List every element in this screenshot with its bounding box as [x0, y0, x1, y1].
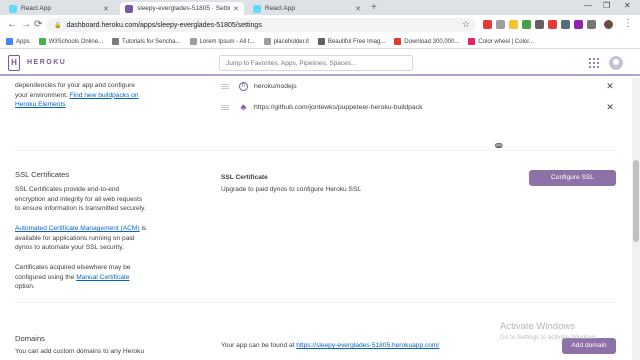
browser-tab-strip: React App ✕ sleepy-everglades-51805 · Se… — [0, 0, 640, 15]
drag-handle-icon[interactable] — [221, 83, 229, 89]
heroku-elements-link[interactable]: Heroku Elements — [15, 101, 66, 108]
ssl-section-title: SSL Certificates — [15, 170, 70, 179]
ssl-description: SSL Certificates provide end-to-end encr… — [15, 186, 146, 212]
app-url-link[interactable]: https://sleepy-everglades-51805.herokuap… — [296, 342, 439, 349]
bookmark-sencha[interactable]: Tutorials for Sencha... — [112, 38, 181, 45]
browser-tab-react-app-1[interactable]: React App ✕ — [4, 2, 114, 15]
close-icon[interactable]: ✕ — [103, 5, 109, 13]
acm-description: Automated Certificate Management (ACM) i… — [15, 225, 147, 251]
camera-icon — [317, 38, 325, 45]
activate-windows-hint: Go to Settings to activate Windows. — [500, 334, 598, 341]
bookmarks-bar: Apps W3Schools Online... Tutorials for S… — [0, 35, 640, 49]
extension-icon[interactable] — [535, 20, 544, 29]
new-tab-button[interactable]: + — [371, 2, 377, 13]
heroku-header: H HEROKU — [0, 50, 640, 76]
buildpack-row: h heroku/nodejs ✕ — [221, 78, 616, 95]
bookmark-free-images[interactable]: Beautiful Free Imag... — [317, 38, 385, 45]
app-url-text: Your app can be found at https://sleepy-… — [221, 342, 440, 349]
bookmark-download[interactable]: Download 300,000... — [394, 38, 459, 45]
search-input[interactable] — [219, 55, 413, 71]
buildpack-label: https://github.com/jontewks/puppeteer-he… — [254, 103, 423, 111]
github-icon: ♣ — [240, 101, 247, 112]
back-button[interactable]: ← — [7, 19, 17, 31]
buildpack-row: ♣ https://github.com/jontewks/puppeteer-… — [221, 98, 616, 116]
maximize-button[interactable]: ❐ — [603, 1, 610, 10]
heroku-icon: h — [239, 81, 248, 91]
camera-icon[interactable] — [561, 20, 570, 29]
profile-avatar-icon[interactable] — [604, 20, 613, 29]
minimize-button[interactable]: — — [584, 1, 592, 10]
ssl-upgrade-text: Upgrade to paid dynos to configure Herok… — [221, 186, 362, 193]
color-wheel-icon — [468, 38, 476, 45]
reload-button[interactable]: ⟳ — [34, 19, 42, 31]
configure-ssl-button[interactable]: Configure SSL — [529, 170, 616, 186]
remove-buildpack-icon[interactable]: ✕ — [604, 81, 616, 92]
buildpacks-description: dependencies for your app and configure … — [15, 82, 139, 108]
heroku-icon — [125, 4, 133, 13]
ssl-certificate-label: SSL Certificate — [221, 174, 268, 181]
domains-section-title: Domains — [15, 334, 45, 343]
bookmark-lorem-ipsum[interactable]: Lorem Ipsum - All t... — [189, 38, 255, 45]
bookmark-w3schools[interactable]: W3Schools Online... — [38, 38, 103, 45]
bookmark-apps[interactable]: Apps — [6, 38, 30, 45]
apps-grid-icon[interactable] — [589, 58, 599, 68]
manual-cert-description: Certificates acquired elsewhere may be c… — [15, 264, 131, 290]
lock-icon: 🔒 — [54, 22, 62, 29]
remove-buildpack-icon[interactable]: ✕ — [604, 102, 616, 113]
download-icon — [394, 38, 402, 45]
page-scrollbar[interactable] — [632, 78, 640, 360]
heroku-brand[interactable]: HEROKU — [27, 59, 66, 66]
w3schools-icon — [38, 38, 46, 45]
apps-grid-icon — [6, 38, 13, 45]
bookmark-color-wheel[interactable]: Color wheel | Color... — [468, 38, 534, 45]
extension-icon[interactable] — [548, 20, 557, 29]
page-icon — [189, 38, 197, 45]
react-icon — [9, 4, 17, 13]
sencha-icon — [112, 38, 120, 45]
buildpack-label: heroku/nodejs — [254, 82, 297, 90]
scrollbar-thumb[interactable] — [633, 160, 639, 242]
react-icon — [253, 4, 261, 13]
domains-description: You can add custom domains to any Heroku — [15, 348, 145, 355]
extension-icon[interactable] — [509, 20, 518, 29]
forward-button[interactable]: → — [21, 19, 31, 31]
extension-icon[interactable] — [574, 20, 583, 29]
menu-kebab-icon[interactable]: ⋮ — [623, 18, 633, 30]
drag-handle-icon[interactable] — [221, 104, 229, 110]
extension-icon[interactable] — [483, 20, 492, 29]
address-bar[interactable]: 🔒 dashboard.heroku.com/apps/sleepy-everg… — [46, 18, 476, 32]
manual-certificate-link[interactable]: Manual Certificate — [76, 274, 129, 281]
acm-link[interactable]: Automated Certificate Management (ACM) — [15, 225, 140, 232]
close-icon[interactable]: ✕ — [355, 5, 361, 13]
window-close-button[interactable]: ✕ — [624, 1, 631, 10]
browser-toolbar: ← → ⟳ 🔒 dashboard.heroku.com/apps/sleepy… — [0, 15, 640, 35]
avatar[interactable] — [609, 56, 623, 70]
section-divider — [15, 302, 616, 303]
extension-icon[interactable] — [522, 20, 531, 29]
activate-windows-watermark: Activate Windows — [500, 321, 575, 332]
url-text: dashboard.heroku.com/apps/sleepy-evergla… — [66, 21, 262, 29]
bookmark-placeholder[interactable]: placeholder.it — [263, 38, 309, 45]
browser-tab-react-app-2[interactable]: React App ✕ — [248, 2, 366, 15]
page-icon — [263, 38, 271, 45]
bookmark-star-icon[interactable]: ☆ — [462, 19, 470, 30]
browser-tab-heroku-settings[interactable]: sleepy-everglades-51805 · Settin ✕ — [120, 2, 244, 15]
extension-icon[interactable] — [496, 20, 505, 29]
extension-icon[interactable] — [587, 20, 596, 29]
section-divider — [15, 150, 616, 151]
heroku-logo-icon[interactable]: H — [8, 55, 20, 71]
find-buildpacks-link[interactable]: Find new buildpacks on — [70, 92, 139, 99]
mouse-cursor-icon: ↈ — [495, 143, 503, 150]
close-icon[interactable]: ✕ — [233, 5, 239, 13]
settings-content: dependencies for your app and configure … — [0, 78, 632, 360]
